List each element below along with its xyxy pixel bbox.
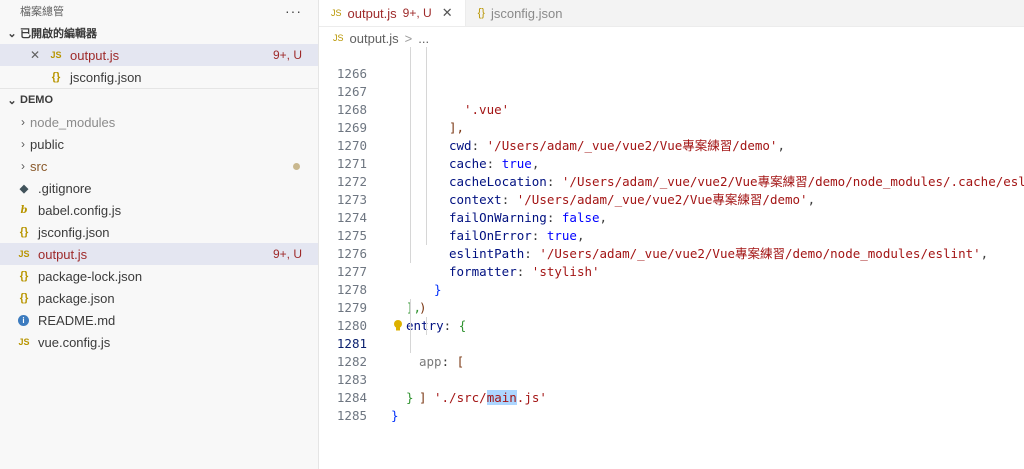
code-line-current: 1281 './src/main.js': [319, 317, 1024, 405]
js-file-icon: JS: [333, 33, 344, 43]
chevron-down-icon[interactable]: ⌄: [4, 27, 20, 40]
tree-item-gitignore[interactable]: ◆ .gitignore: [0, 177, 318, 199]
tree-item-node-modules[interactable]: › node_modules: [0, 111, 318, 133]
tree-item-label: node_modules: [30, 114, 116, 130]
modified-dot: [293, 162, 300, 170]
breadcrumb-file[interactable]: output.js: [350, 31, 399, 46]
tree-item-output-js[interactable]: JS output.js 9+, U: [0, 243, 318, 265]
code-line: 1273 failOnError: true,: [319, 173, 1024, 243]
code-line: 1267 ],: [319, 65, 1024, 135]
chevron-right-icon: ›: [21, 159, 25, 173]
project-section[interactable]: ⌄ DEMO: [0, 88, 318, 111]
lightbulb-icon[interactable]: [393, 320, 403, 331]
code-editor[interactable]: 1266 '.vue' 1267 ], 1268 cwd: '/Users/ad…: [319, 47, 1024, 467]
chevron-right-icon: ›: [21, 115, 25, 129]
js-file-icon: JS: [18, 337, 30, 347]
git-file-icon: ◆: [19, 182, 29, 195]
tree-item-label: public: [30, 136, 64, 152]
json-file-icon: {}: [19, 292, 29, 304]
json-file-icon: {}: [51, 71, 61, 83]
tree-item-src[interactable]: › src: [0, 155, 318, 177]
js-file-icon: JS: [50, 50, 62, 60]
open-editor-item-output-js[interactable]: ✕ JS output.js 9+, U: [0, 44, 318, 66]
tab-jsconfig[interactable]: {} jsconfig.json: [466, 0, 575, 26]
code-line: 1268 cwd: '/Users/adam/_vue/vue2/Vue專案練習…: [319, 83, 1024, 153]
tree-item-label: src: [30, 158, 48, 174]
chevron-right-icon: ›: [21, 137, 25, 151]
explorer-header: 檔案總管 ···: [0, 0, 318, 22]
close-icon[interactable]: ✕: [30, 48, 44, 62]
tree-item-package-json[interactable]: {} package.json: [0, 287, 318, 309]
json-file-icon: {}: [477, 7, 485, 19]
code-line: 1270 cacheLocation: '/Users/adam/_vue/vu…: [319, 119, 1024, 189]
code-line: 1266 '.vue': [319, 47, 1024, 117]
open-editors-title: 已開啟的編輯器: [20, 28, 97, 40]
tree-item-label: vue.config.js: [38, 334, 111, 350]
chevron-right-icon: >: [404, 30, 413, 46]
tree-item-label: package-lock.json: [38, 268, 143, 284]
open-editor-label: output.js: [70, 47, 120, 63]
tab-label: jsconfig.json: [490, 5, 563, 21]
status-badge: 9+, U: [402, 6, 432, 20]
code-line: 1283 }: [319, 353, 1024, 405]
breadcrumb-more[interactable]: ...: [418, 31, 429, 46]
code-line: 1284 }: [319, 371, 1024, 423]
status-badge: 9+, U: [272, 247, 302, 261]
json-file-icon: {}: [19, 270, 29, 282]
code-line: 1278 ],: [319, 263, 1024, 315]
breadcrumb: JS output.js > ...: [319, 27, 1024, 49]
editor-tabs: JS output.js 9+, U ✕ {} jsconfig.json: [319, 0, 1024, 27]
explorer-sidebar: 檔案總管 ··· ⌄ 已開啟的編輯器 ✕ JS output.js 9+, U …: [0, 0, 319, 469]
tree-item-vue-config[interactable]: JS vue.config.js: [0, 331, 318, 353]
code-bracket: }: [391, 408, 399, 423]
code-line: 1271 context: '/Users/adam/_vue/vue2/Vue…: [319, 137, 1024, 207]
tree-item-label: jsconfig.json: [38, 224, 110, 240]
json-file-icon: {}: [19, 226, 29, 238]
code-line: 1282 ]: [319, 335, 1024, 405]
chevron-down-icon[interactable]: ⌄: [4, 94, 20, 107]
code-line: 1285: [319, 389, 1024, 423]
tree-item-label: README.md: [38, 312, 116, 328]
open-editor-label: jsconfig.json: [70, 69, 142, 85]
project-title: DEMO: [20, 94, 53, 106]
line-number: 1285: [336, 408, 367, 423]
code-line: 1274 eslintPath: '/Users/adam/_vue/vue2/…: [319, 191, 1024, 261]
tree-item-readme[interactable]: i README.md: [0, 309, 318, 331]
tab-label: output.js: [347, 5, 397, 21]
tree-item-label: .gitignore: [38, 180, 92, 196]
babel-file-icon: b: [20, 204, 28, 216]
tree-item-babel-config[interactable]: b babel.config.js: [0, 199, 318, 221]
js-file-icon: JS: [18, 249, 30, 259]
status-badge: 9+, U: [272, 48, 302, 62]
tree-item-public[interactable]: › public: [0, 133, 318, 155]
info-file-icon: i: [18, 314, 29, 326]
tree-item-label: babel.config.js: [38, 202, 122, 218]
code-line: 1280 app: [: [319, 299, 1024, 369]
tab-output-js[interactable]: JS output.js 9+, U ✕: [319, 0, 466, 26]
code-line: 1275 formatter: 'stylish': [319, 209, 1024, 279]
code-line: 1272 failOnWarning: false,: [319, 155, 1024, 225]
close-icon[interactable]: ✕: [442, 5, 453, 21]
code-line: 1276 }: [319, 227, 1024, 297]
explorer-title: 檔案總管: [20, 6, 64, 18]
open-editors-section[interactable]: ⌄ 已開啟的編輯器: [0, 22, 318, 44]
code-line: 1279 entry: {: [319, 281, 1024, 333]
code-line: 1277 ): [319, 245, 1024, 315]
tree-item-package-lock[interactable]: {} package-lock.json: [0, 265, 318, 287]
tree-item-label: output.js: [38, 246, 88, 262]
tree-item-label: package.json: [38, 290, 115, 306]
code-line: 1269 cache: true,: [319, 101, 1024, 171]
open-editor-item-jsconfig[interactable]: {} jsconfig.json: [0, 66, 318, 88]
tree-item-jsconfig[interactable]: {} jsconfig.json: [0, 221, 318, 243]
more-actions-icon[interactable]: ···: [285, 3, 302, 19]
js-file-icon: JS: [331, 8, 342, 18]
